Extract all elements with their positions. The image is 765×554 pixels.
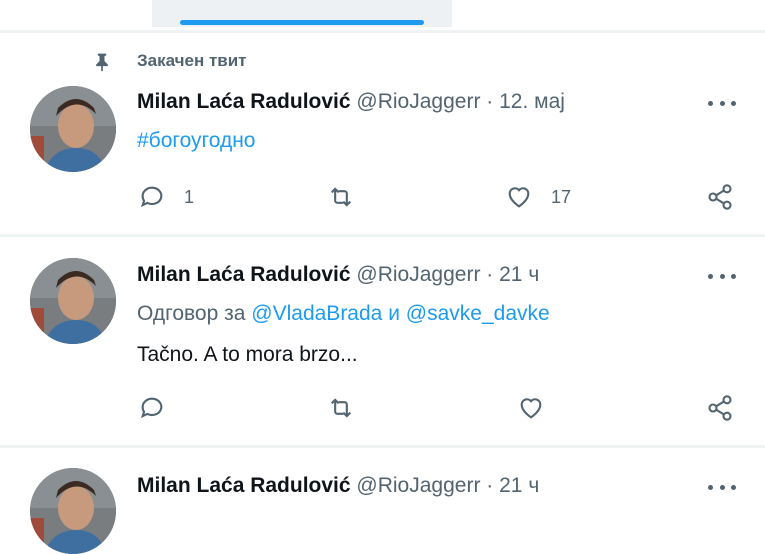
like-button[interactable]: 17 (505, 183, 571, 211)
author-name[interactable]: Milan Laća Radulović (137, 90, 351, 113)
like-count: 17 (551, 186, 572, 207)
reply-icon (140, 186, 163, 208)
active-tab-indicator (180, 20, 424, 25)
author-name[interactable]: Milan Laća Radulović (137, 474, 351, 497)
tweet-time[interactable]: 21 ч (499, 263, 539, 286)
top-bar (0, 0, 765, 30)
retweet-icon (330, 398, 352, 418)
avatar[interactable] (30, 258, 116, 344)
author-handle[interactable]: @RioJaggerr (356, 90, 480, 113)
reply-prefix: Одговор за (137, 302, 246, 325)
mention-link[interactable]: @VladaBrada (251, 302, 382, 325)
like-button[interactable] (517, 394, 545, 422)
avatar[interactable] (30, 468, 116, 554)
separator-dot: · (486, 90, 494, 113)
tweet-header: Milan Laća Radulović @RioJaggerr · 21 ч (137, 474, 539, 498)
reply-icon (140, 397, 163, 419)
more-icon[interactable] (708, 98, 736, 108)
like-icon (520, 398, 542, 419)
share-button[interactable] (706, 183, 734, 211)
reply-count: 1 (184, 186, 195, 207)
author-handle[interactable]: @RioJaggerr (356, 474, 480, 497)
tweet-text: Tačno. A to mora brzo... (137, 343, 358, 366)
pin-icon (92, 50, 112, 74)
retweet-button[interactable] (327, 394, 355, 422)
reply-and: и (388, 302, 400, 325)
author-handle[interactable]: @RioJaggerr (356, 263, 480, 286)
tweet-time[interactable]: 12. мај (499, 90, 565, 113)
tweet-time[interactable]: 21 ч (499, 474, 539, 497)
tweet-header: Milan Laća Radulović @RioJaggerr · 21 ч (137, 263, 539, 287)
more-icon[interactable] (708, 482, 736, 492)
divider (0, 445, 765, 448)
hashtag-link[interactable]: #богоугодно (137, 129, 255, 152)
author-name[interactable]: Milan Laća Radulović (137, 263, 351, 286)
retweet-button[interactable] (327, 183, 355, 211)
tweet-text: #богоугодно (137, 129, 255, 153)
share-button[interactable] (706, 394, 734, 422)
reply-context: Одговор за @VladaBrada и @savke_davke (137, 302, 550, 326)
tweet-header: Milan Laća Radulović @RioJaggerr · 12. м… (137, 90, 565, 114)
reply-button[interactable] (138, 394, 166, 422)
reply-button[interactable]: 1 (138, 183, 194, 211)
share-icon (708, 395, 732, 421)
separator-dot: · (486, 263, 494, 286)
divider (0, 234, 765, 237)
share-icon (708, 184, 732, 210)
avatar[interactable] (30, 86, 116, 172)
more-icon[interactable] (708, 271, 736, 281)
separator-dot: · (486, 474, 494, 497)
pinned-label: Закачен твит (137, 51, 247, 70)
like-icon (508, 187, 530, 208)
retweet-icon (330, 187, 352, 207)
divider (0, 30, 765, 33)
mention-link[interactable]: @savke_davke (406, 302, 550, 325)
